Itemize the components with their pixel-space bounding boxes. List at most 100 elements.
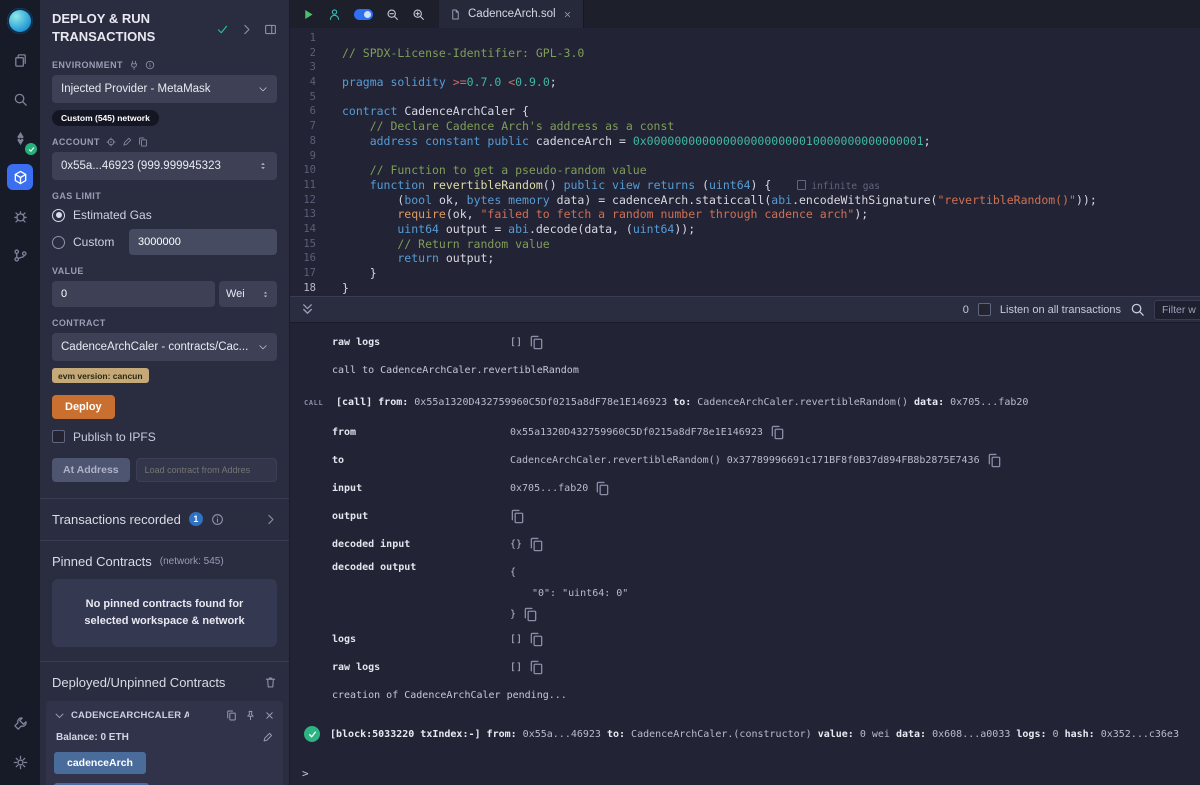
settings-gear-icon[interactable]: [7, 749, 33, 775]
terminal-block-entry[interactable]: [block:5033220 txIndex:-] from: 0x55a...…: [290, 711, 1200, 750]
publish-ipfs-option[interactable]: Publish to IPFS: [52, 430, 277, 444]
copy-icon[interactable]: [529, 660, 544, 675]
toggle-widget-icon[interactable]: [354, 9, 373, 20]
terminal-kv-row: from0x55a1320D432759960C5Df0215a8dF78e1E…: [290, 418, 1200, 446]
copy-icon[interactable]: [510, 509, 525, 524]
solidity-compiler-icon[interactable]: [7, 125, 33, 151]
terminal-expand-icon[interactable]: [300, 302, 315, 317]
line-number: 17: [290, 266, 330, 281]
code-text: pragma solidity >=0.7.0 <0.9.0;: [330, 75, 1200, 90]
estimated-gas-option[interactable]: Estimated Gas: [52, 208, 277, 222]
contract-chevron-down-icon[interactable]: [54, 710, 65, 721]
trash-icon[interactable]: [264, 676, 277, 689]
plug-icon: [129, 60, 139, 70]
network-badge: Custom (545) network: [52, 110, 159, 126]
copy-icon[interactable]: [529, 537, 544, 552]
terminal-filter-input[interactable]: [1154, 300, 1200, 320]
contract-pin-icon[interactable]: [245, 710, 256, 721]
transactions-chevron-icon[interactable]: [264, 513, 277, 526]
transactions-recorded-section[interactable]: Transactions recorded 1: [40, 498, 289, 540]
publish-icon[interactable]: [328, 8, 341, 21]
code-editor[interactable]: 12// SPDX-License-Identifier: GPL-3.034p…: [290, 28, 1200, 296]
line-number: 1: [290, 31, 330, 46]
terminal-search-icon: [1130, 302, 1145, 317]
copy-icon[interactable]: [595, 481, 610, 496]
custom-gas-input[interactable]: [129, 229, 277, 255]
run-script-icon[interactable]: [302, 8, 315, 21]
code-text: // Return random value: [330, 237, 1200, 252]
contract-copy-icon[interactable]: [226, 710, 237, 721]
log-value: {"0": "uint64: 0"}: [510, 562, 628, 625]
account-pencil-icon[interactable]: [122, 137, 132, 147]
environment-select[interactable]: Injected Provider - MetaMask: [52, 75, 277, 103]
code-line: 7 // Declare Cadence Arch's address as a…: [290, 119, 1200, 134]
copy-icon[interactable]: [529, 335, 544, 350]
line-number: 10: [290, 163, 330, 178]
transactions-info-icon[interactable]: [211, 513, 224, 526]
source-control-icon[interactable]: [7, 242, 33, 268]
publish-ipfs-checkbox[interactable]: [52, 430, 65, 443]
search-icon[interactable]: [7, 86, 33, 112]
code-text: [330, 90, 1200, 105]
value-unit-select[interactable]: Wei: [219, 281, 277, 307]
plugin-manager-icon[interactable]: [7, 710, 33, 736]
code-line: 14 uint64 output = abi.decode(data, (uin…: [290, 222, 1200, 237]
estimated-gas-radio[interactable]: [52, 209, 65, 222]
at-address-input[interactable]: [136, 458, 277, 482]
zoom-in-icon[interactable]: [412, 8, 425, 21]
terminal-call-entry[interactable]: call[call] from: 0x55a1320D432759960C5Df…: [290, 386, 1200, 418]
updown-icon: [258, 161, 268, 171]
account-select[interactable]: 0x55a...46923 (999.999945323: [52, 152, 277, 180]
zoom-out-icon[interactable]: [386, 8, 399, 21]
activity-bar: [0, 0, 40, 785]
listen-all-checkbox[interactable]: [978, 303, 991, 316]
value-input[interactable]: [52, 281, 215, 307]
custom-gas-option[interactable]: Custom: [52, 229, 277, 255]
terminal-body[interactable]: raw logs[]call to CadenceArchCaler.rever…: [290, 323, 1200, 785]
deploy-run-panel: DEPLOY & RUN TRANSACTIONS ENVIRONMENT In…: [40, 0, 290, 785]
gas-estimate-hint: infinite gas: [797, 181, 880, 192]
debugger-icon[interactable]: [7, 203, 33, 229]
code-line: 16 return output;: [290, 251, 1200, 266]
line-number: 16: [290, 251, 330, 266]
balance-pencil-icon[interactable]: [262, 732, 273, 743]
value-label: VALUE: [52, 266, 277, 276]
line-number: 13: [290, 207, 330, 222]
log-key: raw logs: [332, 662, 510, 673]
code-line: 13 require(ok, "failed to fetch a random…: [290, 207, 1200, 222]
pinned-contracts-header: Pinned Contracts (network: 545): [40, 540, 289, 577]
terminal-kv-row: input0x705...fab20: [290, 474, 1200, 502]
copy-icon[interactable]: [523, 607, 538, 622]
evm-version-badge: evm version: cancun: [52, 368, 149, 383]
target-icon[interactable]: [106, 137, 116, 147]
terminal-kv-row: output: [290, 502, 1200, 530]
deploy-run-icon[interactable]: [7, 164, 33, 190]
contract-close-icon[interactable]: [264, 710, 275, 721]
code-line: 17 }: [290, 266, 1200, 281]
code-text: }: [330, 281, 1200, 296]
tab-close-icon[interactable]: [563, 10, 572, 19]
tab-cadencearch-sol[interactable]: CadenceArch.sol: [439, 0, 584, 28]
block-summary: [block:5033220 txIndex:-] from: 0x55a...…: [330, 729, 1179, 740]
copy-icon[interactable]: [529, 632, 544, 647]
copy-icon[interactable]: [770, 425, 785, 440]
account-copy-icon[interactable]: [138, 137, 148, 147]
file-explorer-icon[interactable]: [7, 47, 33, 73]
remix-logo[interactable]: [7, 8, 33, 34]
custom-gas-radio[interactable]: [52, 236, 65, 249]
panel-chevron-right-icon[interactable]: [240, 23, 253, 36]
environment-info-icon[interactable]: [145, 60, 155, 70]
deploy-button[interactable]: Deploy: [52, 395, 115, 419]
deployed-contract-name[interactable]: CADENCEARCHCALER AT 0): [71, 710, 189, 721]
panel-window-icon[interactable]: [264, 23, 277, 36]
line-number: 18: [290, 281, 330, 296]
contract-select[interactable]: CadenceArchCaler - contracts/Cac...: [52, 333, 277, 361]
fn-button-cadencearch[interactable]: cadenceArch: [54, 752, 146, 774]
at-address-button[interactable]: At Address: [52, 458, 130, 482]
main-area: CadenceArch.sol 12// SPDX-License-Identi…: [290, 0, 1200, 785]
log-value: CadenceArchCaler.revertibleRandom() 0x37…: [510, 453, 1002, 468]
terminal-prompt[interactable]: >: [290, 750, 1200, 780]
editor-tabbar: CadenceArch.sol: [290, 0, 1200, 28]
log-value: []: [510, 660, 544, 675]
copy-icon[interactable]: [987, 453, 1002, 468]
